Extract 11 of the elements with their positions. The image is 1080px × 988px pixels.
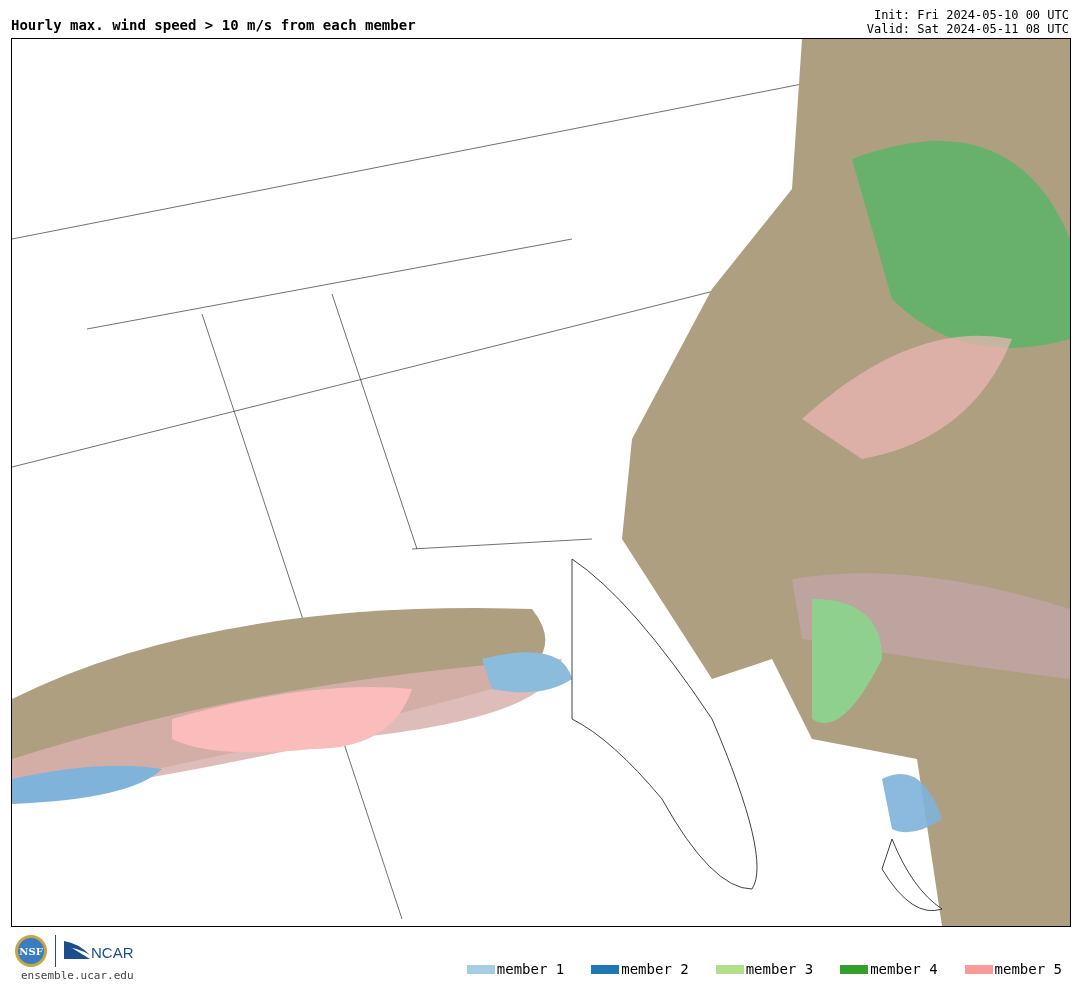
valid-time: Valid: Sat 2024-05-11 08 UTC (866, 22, 1069, 36)
nsf-logo: NSF (15, 935, 47, 967)
legend-label: member 1 (496, 961, 565, 977)
legend-label: member 5 (994, 961, 1062, 977)
legend-label: member 3 (745, 961, 814, 977)
ncar-logo: NCAR (64, 941, 134, 961)
site-url: ensemble.ucar.edu (20, 969, 134, 982)
legend-label: member 4 (870, 961, 938, 977)
init-time: Init: Fri 2024-05-10 00 UTC (872, 8, 1069, 22)
chart-title: Hourly max. wind speed > 10 m/s from each member (11, 17, 416, 35)
legend-label: member 2 (621, 961, 689, 977)
